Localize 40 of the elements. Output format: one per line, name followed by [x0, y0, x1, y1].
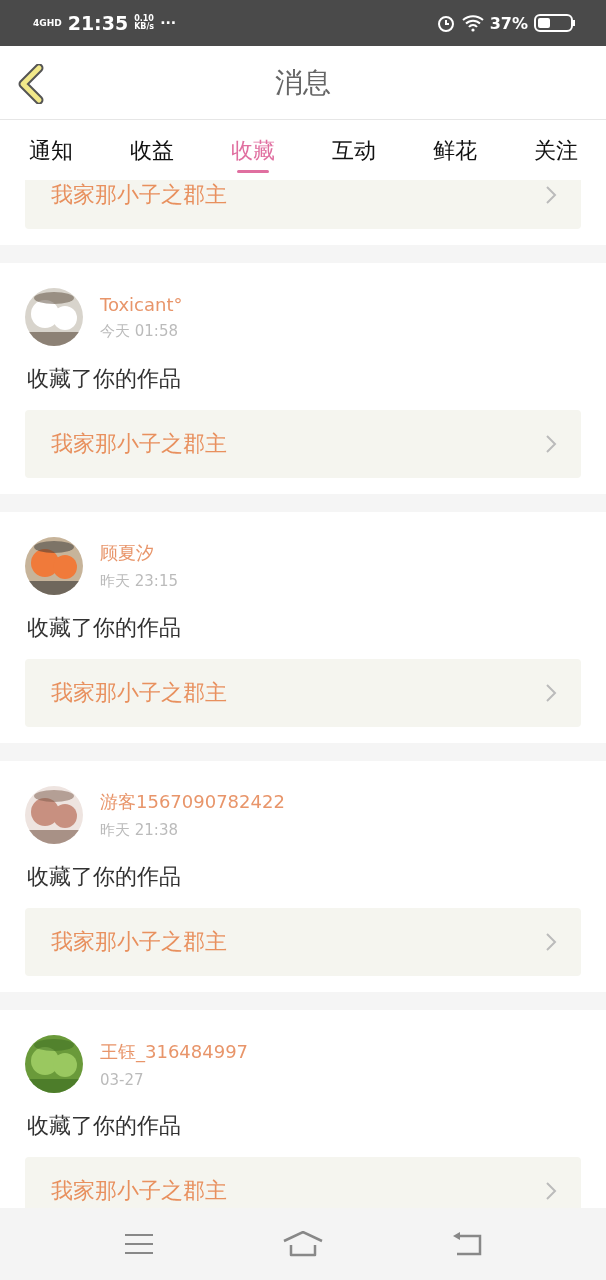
tab[interactable]: 通知 — [0, 120, 101, 180]
alarm-icon — [435, 13, 456, 33]
tab[interactable]: 关注 — [505, 120, 606, 180]
tab[interactable]: 收藏 — [202, 120, 303, 180]
work-link[interactable]: 我家那小子之郡主 — [25, 180, 581, 229]
page-title: 消息 — [275, 64, 331, 101]
message-text: 收藏了你的作品 — [27, 1112, 182, 1140]
battery-icon — [534, 14, 576, 32]
battery-level: 37% — [489, 13, 528, 33]
user-name[interactable]: 王钰_316484997 — [100, 1039, 249, 1064]
chevron-right-icon — [545, 1181, 557, 1201]
message-time: 03-27 — [100, 1070, 145, 1089]
message-text: 收藏了你的作品 — [27, 863, 182, 891]
wifi-icon — [461, 14, 484, 32]
user-name[interactable]: Toxicant° — [100, 293, 183, 315]
home-icon[interactable] — [283, 1231, 323, 1257]
work-link[interactable]: 我家那小子之郡主 — [25, 659, 581, 727]
chevron-right-icon — [545, 683, 557, 703]
user-name[interactable]: 游客1567090782422 — [100, 790, 285, 814]
network-indicator: 4GHD — [33, 18, 62, 28]
chevron-right-icon — [545, 932, 557, 952]
more-indicator: ··· — [160, 16, 177, 30]
message-text: 收藏了你的作品 — [27, 614, 182, 642]
status-time: 21:35 — [67, 12, 129, 34]
message-text: 收藏了你的作品 — [27, 365, 182, 393]
tab[interactable]: 互动 — [303, 120, 404, 180]
message-time: 昨天 23:15 — [100, 572, 178, 591]
chevron-right-icon — [545, 185, 557, 205]
network-speed: 0.10 KB/s — [134, 15, 155, 31]
message-time: 昨天 21:38 — [100, 821, 179, 840]
chevron-right-icon — [545, 434, 557, 454]
message-time: 今天 01:58 — [100, 321, 179, 341]
work-link[interactable]: 我家那小子之郡主 — [25, 908, 581, 976]
menu-icon[interactable] — [124, 1233, 155, 1255]
tab[interactable]: 收益 — [101, 120, 202, 180]
work-link[interactable]: 我家那小子之郡主 — [25, 410, 581, 478]
tab[interactable]: 鲜花 — [404, 120, 505, 180]
back-icon[interactable] — [451, 1231, 482, 1257]
user-name[interactable]: 顾夏汐 — [100, 541, 178, 565]
work-link[interactable]: 我家那小子之郡主 — [25, 1157, 581, 1208]
